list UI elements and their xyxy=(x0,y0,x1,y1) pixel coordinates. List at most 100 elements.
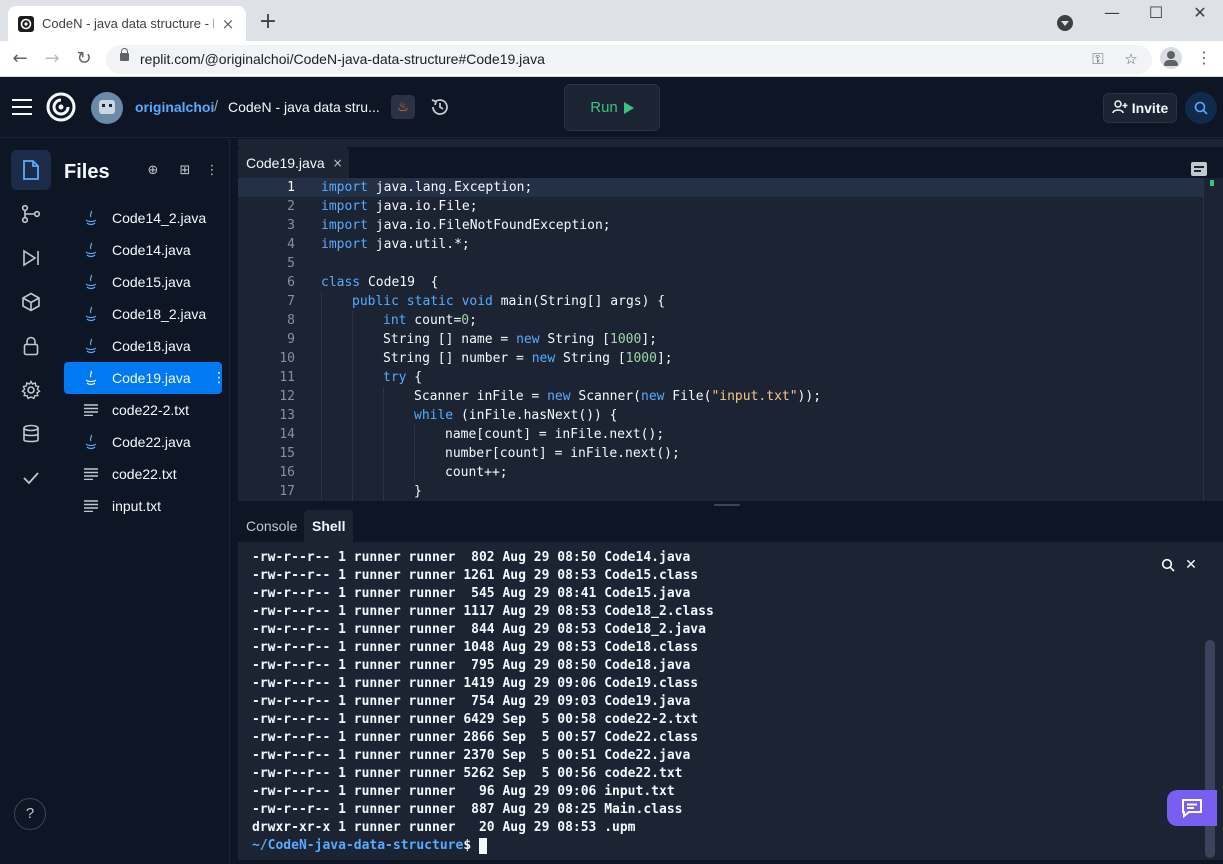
run-button[interactable]: Run xyxy=(564,84,660,131)
chat-button[interactable] xyxy=(1167,790,1217,826)
file-item[interactable]: Code19.java ⋮ xyxy=(64,362,226,394)
code-line[interactable]: 8 int count=0; xyxy=(238,311,1203,330)
indent-guide xyxy=(352,463,353,482)
bookmark-star-icon[interactable]: ☆ xyxy=(1122,50,1140,68)
editor-tab-close-icon[interactable]: × xyxy=(333,156,343,170)
file-item[interactable]: code22-2.txt xyxy=(64,394,222,426)
file-item[interactable]: input.txt xyxy=(64,490,222,522)
code-token: count++; xyxy=(445,465,508,480)
terminal-tab-console[interactable]: Console xyxy=(238,510,305,542)
code-token: (inFile.hasNext()) { xyxy=(453,408,618,423)
indent-guide xyxy=(383,387,384,406)
outline-panel-icon[interactable] xyxy=(1191,162,1207,176)
file-item[interactable]: Code18.java xyxy=(64,330,222,362)
secrets-tool-button[interactable] xyxy=(11,326,51,366)
code-line[interactable]: 9 String [] name = new String [1000]; xyxy=(238,330,1203,349)
shell-output-line: -rw-r--r-- 1 runner runner 96 Aug 29 09:… xyxy=(252,784,675,799)
code-line[interactable]: 5 xyxy=(238,254,1203,273)
code-line[interactable]: 13 while (inFile.hasNext()) { xyxy=(238,406,1203,425)
user-avatar[interactable] xyxy=(91,92,123,124)
files-tool-button[interactable] xyxy=(11,150,51,190)
minimize-button[interactable]: — xyxy=(1097,4,1127,22)
repl-name[interactable]: CodeN - java data stru... xyxy=(228,99,380,115)
code-line[interactable]: 6 class Code19 { xyxy=(238,273,1203,292)
code-line[interactable]: 14 name[count] = inFile.next(); xyxy=(238,425,1203,444)
file-item[interactable]: Code14.java xyxy=(64,234,222,266)
code-line[interactable]: 15 number[count] = inFile.next(); xyxy=(238,444,1203,463)
packages-tool-button[interactable] xyxy=(11,282,51,322)
code-line[interactable]: 10 String [] number = new String [1000]; xyxy=(238,349,1203,368)
indent-guide xyxy=(352,311,353,330)
code-line[interactable]: 1 import java.lang.Exception; xyxy=(238,178,1203,197)
file-item[interactable]: code22.txt xyxy=(64,458,222,490)
replit-logo-icon[interactable] xyxy=(45,91,77,123)
search-button[interactable] xyxy=(1185,92,1217,124)
new-folder-icon[interactable]: ⊞ xyxy=(177,163,193,179)
code-line[interactable]: 16 count++; xyxy=(238,463,1203,482)
editor-tab-code19[interactable]: Code19.java × xyxy=(238,147,349,178)
shell-pane[interactable]: -rw-r--r-- 1 runner runner 802 Aug 29 08… xyxy=(238,542,1223,860)
java-file-icon xyxy=(84,338,98,354)
tab-search-icon[interactable] xyxy=(1057,15,1073,31)
files-menu-icon[interactable]: ⋮ xyxy=(204,163,220,179)
code-line[interactable]: 17} xyxy=(238,482,1203,501)
debugger-tool-button[interactable] xyxy=(11,238,51,278)
file-item[interactable]: Code18_2.java xyxy=(64,298,222,330)
maximize-button[interactable]: ☐ xyxy=(1141,4,1171,22)
code-line[interactable]: 12 Scanner inFile = new Scanner(new File(… xyxy=(238,387,1203,406)
code-line[interactable]: 2 import java.io.File; xyxy=(238,197,1203,216)
username-link[interactable]: originalchoi xyxy=(135,99,214,115)
shell-output-line: -rw-r--r-- 1 runner runner 2370 Sep 5 00… xyxy=(252,748,691,763)
reload-button[interactable]: ↻ xyxy=(72,47,96,71)
prompt-path: ~/CodeN-java-data-structure xyxy=(252,838,464,853)
line-number: 12 xyxy=(279,389,295,404)
profile-avatar-icon[interactable] xyxy=(1160,47,1182,69)
code-text: int count=0; xyxy=(383,311,477,330)
line-number: 15 xyxy=(279,446,295,461)
help-button[interactable]: ? xyxy=(14,798,46,830)
database-tool-button[interactable] xyxy=(11,414,51,454)
code-line[interactable]: 4 import java.util.*; xyxy=(238,235,1203,254)
code-area[interactable]: 1 import java.lang.Exception; 2 import java… xyxy=(238,178,1203,501)
url-text[interactable]: replit.com/@originalchoi/CodeN-java-data… xyxy=(140,51,545,67)
debugger-icon xyxy=(23,249,39,267)
shell-prompt[interactable]: ~/CodeN-java-data-structure $ xyxy=(252,837,714,855)
tab-close-icon[interactable]: × xyxy=(220,16,236,32)
code-text: public static void main(String[] args) { xyxy=(352,292,665,311)
address-bar[interactable]: replit.com/@originalchoi/CodeN-java-data… xyxy=(106,45,1152,74)
file-item[interactable]: Code14_2.java xyxy=(64,202,222,234)
forward-button[interactable]: → xyxy=(40,47,64,71)
browser-tab[interactable]: CodeN - java data structure - R × xyxy=(8,6,246,41)
invite-button[interactable]: Invite xyxy=(1103,93,1177,123)
java-language-icon[interactable]: ♨ xyxy=(391,95,415,119)
terminal-search-icon[interactable] xyxy=(1157,555,1179,575)
code-line[interactable]: 11 try { xyxy=(238,368,1203,387)
window-close-button[interactable]: ✕ xyxy=(1185,4,1215,22)
new-tab-button[interactable]: + xyxy=(258,11,278,33)
key-icon[interactable]: ⚿ xyxy=(1089,50,1107,68)
line-number: 6 xyxy=(287,275,295,290)
code-line[interactable]: 7 public static void main(String[] args) … xyxy=(238,292,1203,311)
file-tree: Code14_2.java Code14.java Code15.java Code1… xyxy=(64,202,226,522)
file-options-icon[interactable]: ⋮ xyxy=(212,370,226,386)
code-text: while (inFile.hasNext()) { xyxy=(414,406,618,425)
indent-guide xyxy=(321,311,322,330)
hamburger-menu-icon[interactable] xyxy=(12,99,32,115)
version-control-tool-button[interactable] xyxy=(11,194,51,234)
code-text: import java.io.File; xyxy=(321,197,478,216)
terminal-tab-shell[interactable]: Shell xyxy=(304,510,354,542)
invite-user-icon xyxy=(1111,99,1128,117)
code-line[interactable]: 3 import java.io.FileNotFoundException; xyxy=(238,216,1203,235)
settings-tool-button[interactable] xyxy=(11,370,51,410)
code-text: try { xyxy=(383,368,422,387)
new-file-icon[interactable]: ⊕ xyxy=(145,163,161,179)
back-button[interactable]: ← xyxy=(8,47,32,71)
file-item[interactable]: Code22.java xyxy=(64,426,222,458)
editor-scrollbar[interactable] xyxy=(1203,178,1223,501)
pane-resize-handle[interactable] xyxy=(714,504,740,506)
unit-tests-tool-button[interactable] xyxy=(11,458,51,498)
file-item[interactable]: Code15.java xyxy=(64,266,222,298)
history-icon[interactable] xyxy=(428,95,452,119)
terminal-close-icon[interactable]: ✕ xyxy=(1180,555,1202,575)
browser-menu-icon[interactable]: ⋮ xyxy=(1196,47,1212,69)
